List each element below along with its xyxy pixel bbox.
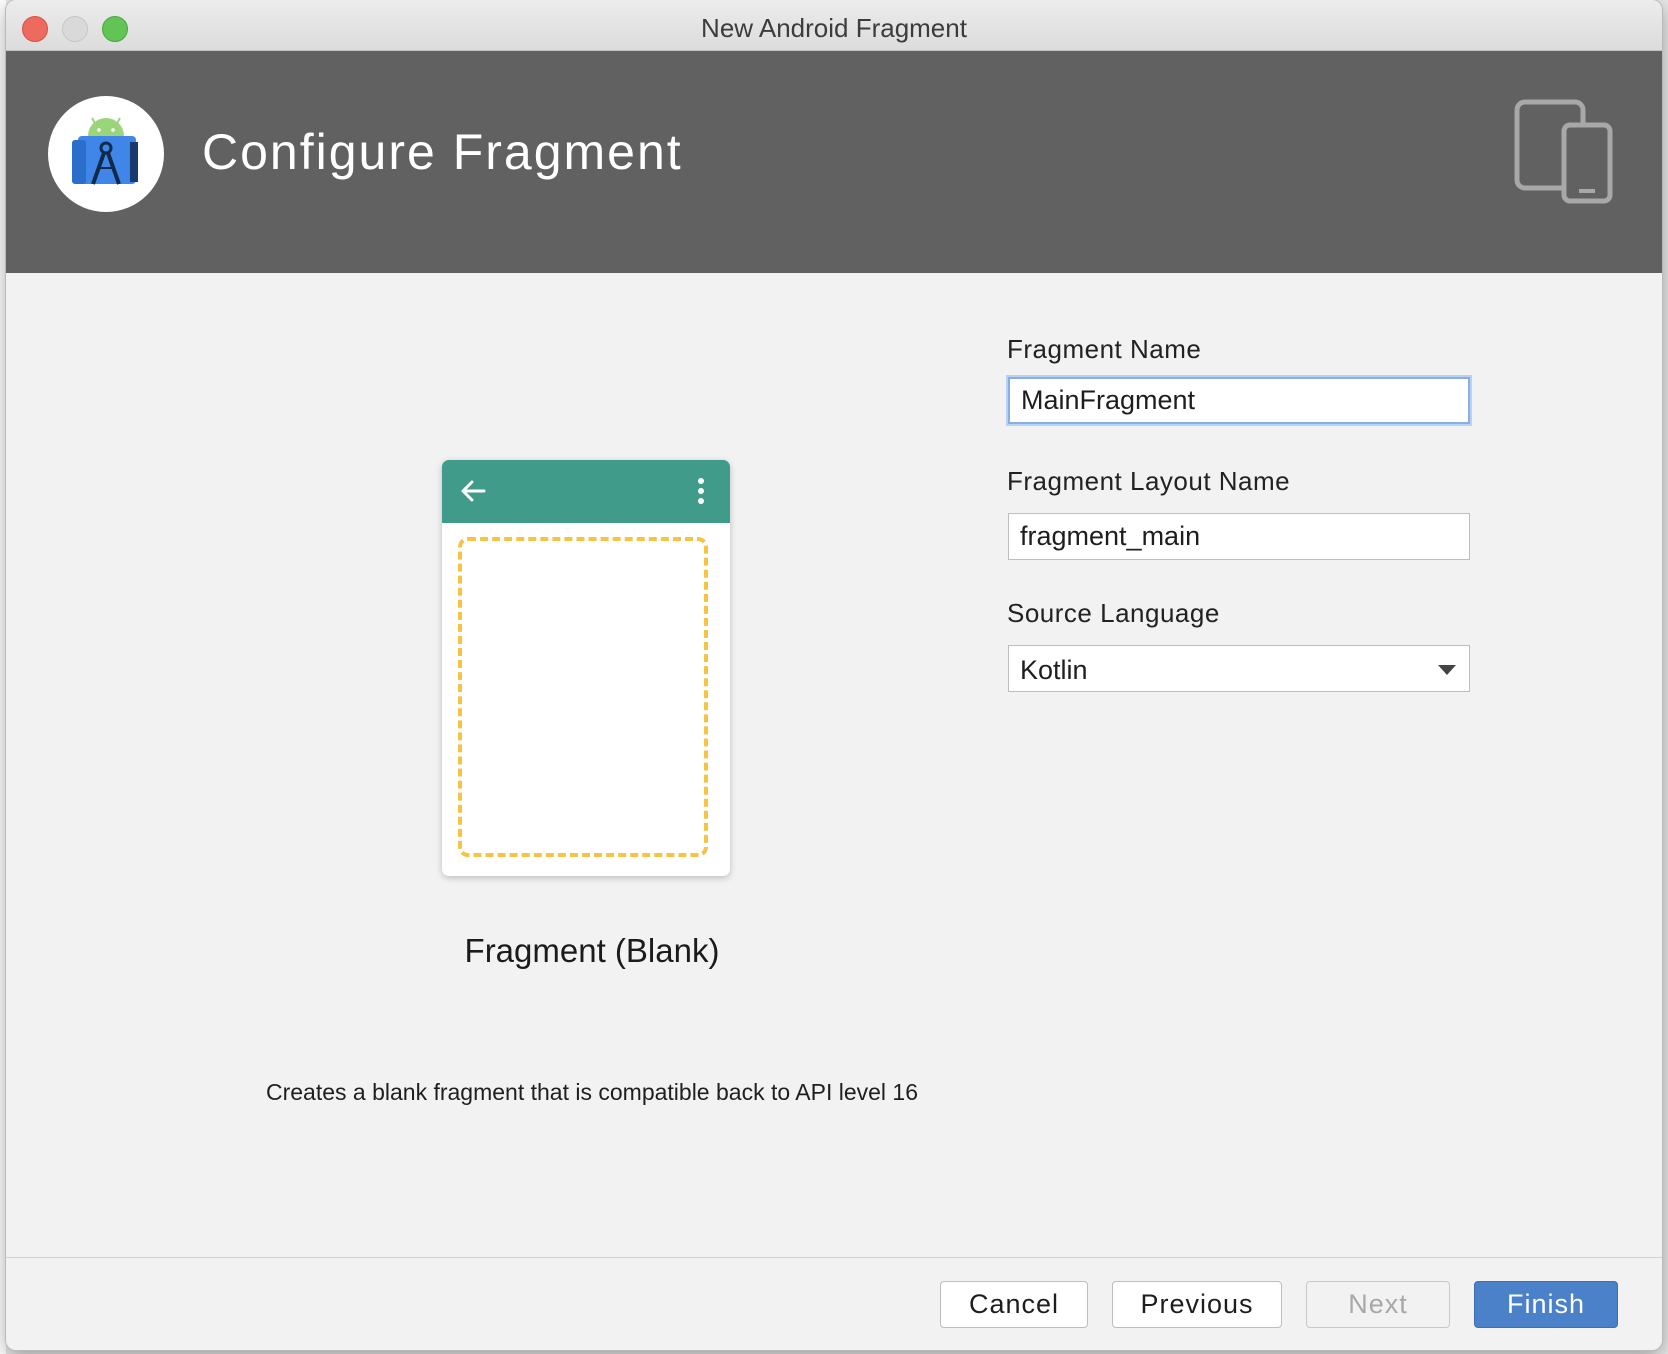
source-language-select[interactable]: Kotlin xyxy=(1008,645,1470,692)
android-studio-logo-icon xyxy=(48,96,164,212)
preview-toolbar xyxy=(442,460,730,523)
cancel-button[interactable]: Cancel xyxy=(940,1281,1088,1328)
source-language-label: Source Language xyxy=(1007,598,1220,628)
back-arrow-icon xyxy=(458,476,488,511)
previous-button[interactable]: Previous xyxy=(1112,1281,1282,1328)
fragment-placeholder xyxy=(458,537,708,857)
fragment-name-label: Fragment Name xyxy=(1007,334,1202,364)
chevron-down-icon xyxy=(1438,665,1456,675)
template-name: Fragment (Blank) xyxy=(464,932,720,969)
source-language-value: Kotlin xyxy=(1020,655,1088,685)
window-title: New Android Fragment xyxy=(701,13,967,43)
wizard-content: Fragment (Blank) Creates a blank fragmen… xyxy=(6,273,1662,1255)
dialog-window: New Android Fragment Configure Fragment … xyxy=(6,0,1662,1350)
wizard-header: Configure Fragment xyxy=(6,51,1662,273)
title-bar: New Android Fragment xyxy=(6,0,1662,51)
overflow-menu-icon xyxy=(696,477,706,512)
page-title: Configure Fragment xyxy=(202,124,683,180)
next-button[interactable]: Next xyxy=(1306,1281,1450,1328)
finish-button[interactable]: Finish xyxy=(1474,1281,1618,1328)
tablet-phone-icon xyxy=(1514,99,1614,210)
fragment-name-input[interactable] xyxy=(1008,377,1470,424)
layout-name-input[interactable] xyxy=(1008,513,1470,560)
wizard-footer: Cancel Previous Next Finish xyxy=(6,1257,1662,1350)
template-description: Creates a blank fragment that is compati… xyxy=(265,1079,919,1105)
fragment-preview-phone xyxy=(442,460,730,876)
layout-name-label: Fragment Layout Name xyxy=(1007,466,1291,496)
